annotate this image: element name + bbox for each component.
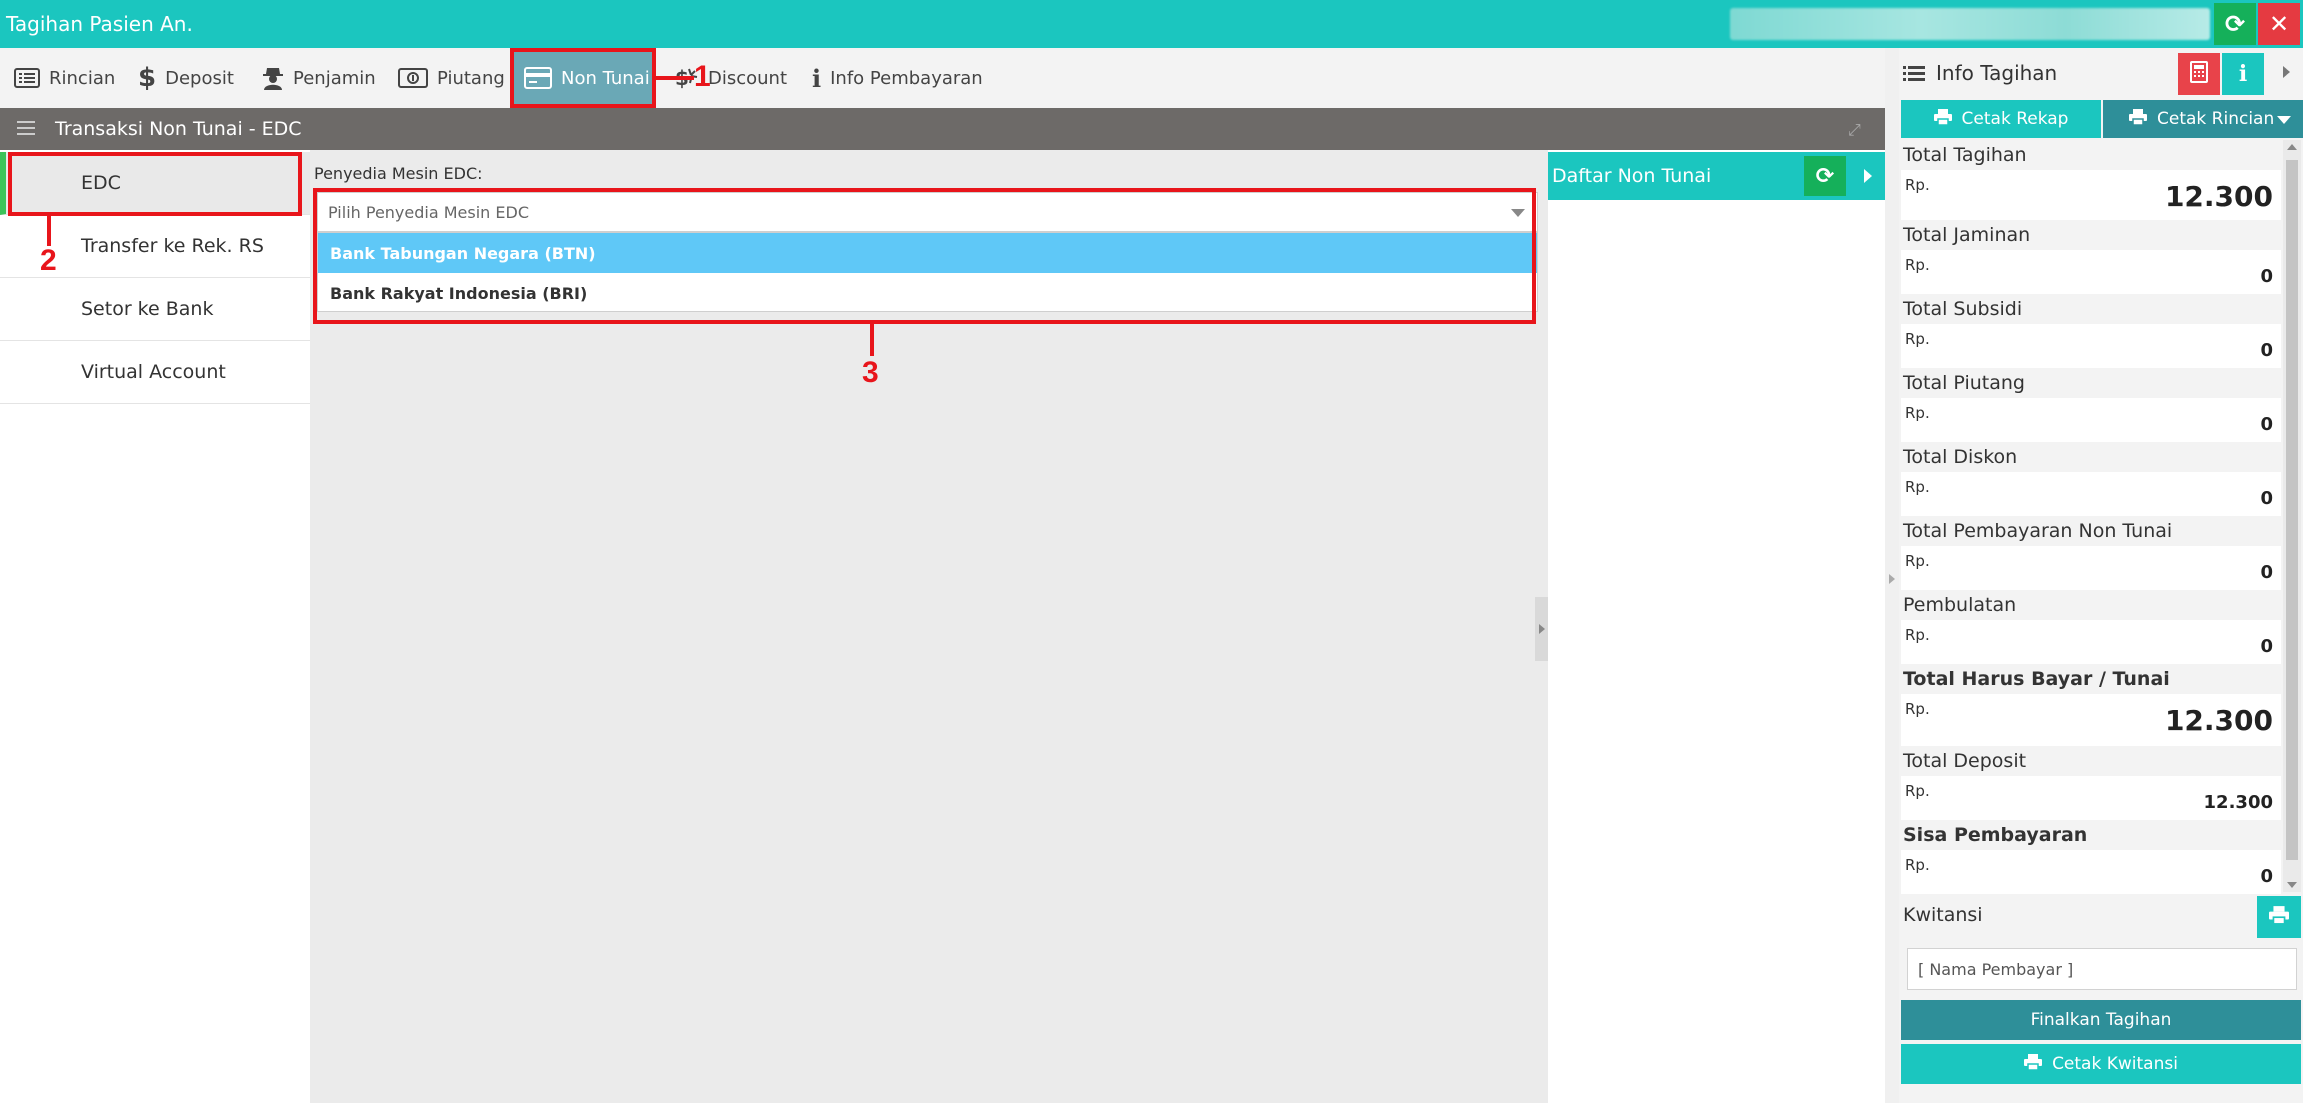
summary-label: Total Pembayaran Non Tunai	[1903, 520, 2173, 542]
summary-label: Total Subsidi	[1903, 298, 2023, 320]
finalkan-tagihan-button[interactable]: Finalkan Tagihan	[1901, 1000, 2301, 1040]
list-icon	[1903, 66, 1925, 86]
annotation-number-2: 2	[40, 244, 57, 277]
menu-item-setor-bank[interactable]: Setor ke Bank	[0, 278, 310, 341]
refresh-icon: ⟳	[1815, 163, 1835, 189]
scrollbar-thumb[interactable]	[2286, 160, 2298, 860]
nama-pembayar-input[interactable]	[1907, 948, 2297, 990]
annotation-line-3	[870, 324, 874, 356]
total-tagihan-value: 12.300	[2164, 180, 2273, 213]
summary-label: Total Deposit	[1903, 750, 2027, 772]
tab-info-pembayaran[interactable]: i Info Pembayaran	[812, 48, 983, 108]
patient-name-blurred	[1730, 8, 2210, 40]
info-button[interactable]: i	[2222, 53, 2264, 95]
annotation-line-2	[47, 216, 51, 246]
info-header: Info Tagihan i	[1899, 48, 2303, 96]
daftar-non-tunai-panel: Daftar Non Tunai ⟳	[1548, 150, 1885, 1103]
calculator-button[interactable]	[2178, 53, 2220, 95]
info-icon: i	[2238, 61, 2248, 87]
refresh-button[interactable]: ⟳	[2214, 3, 2256, 45]
tab-piutang[interactable]: Piutang	[398, 48, 505, 108]
close-icon: ✕	[2268, 10, 2290, 38]
annotation-number-1: 1	[694, 60, 711, 93]
calculator-icon	[2190, 61, 2208, 87]
summary-row: Rp. 0	[1901, 324, 2281, 368]
summary-scrollbar[interactable]	[2283, 140, 2301, 892]
print-icon	[2269, 906, 2289, 928]
section-header: Transaksi Non Tunai - EDC ⤢	[0, 108, 1885, 150]
tab-penjamin[interactable]: Penjamin	[262, 48, 376, 108]
annotation-line-1	[656, 76, 694, 80]
window-title: Tagihan Pasien An.	[6, 12, 193, 36]
total-harus-bayar-value: 12.300	[2164, 704, 2273, 737]
summary-row: Rp. 0	[1901, 850, 2281, 894]
cetak-rekap-button[interactable]: Cetak Rekap	[1901, 100, 2101, 138]
billing-summary: Total Tagihan Rp. 12.300 Total Jaminan R…	[1899, 140, 2283, 940]
menu-item-virtual-account[interactable]: Virtual Account	[0, 341, 310, 404]
tab-rincian[interactable]: Rincian	[14, 48, 115, 108]
tab-deposit[interactable]: $ Deposit	[138, 48, 234, 108]
summary-label: Total Diskon	[1903, 446, 2018, 468]
cetak-rincian-button[interactable]: Cetak Rincian	[2103, 100, 2303, 138]
title-bar: Tagihan Pasien An. ⟳ ✕	[0, 0, 2303, 48]
panel-splitter[interactable]	[1885, 48, 1899, 1103]
summary-row: Rp. 0	[1901, 398, 2281, 442]
info-title: Info Tagihan	[1936, 61, 2058, 85]
summary-label: Total Harus Bayar / Tunai	[1903, 668, 2170, 690]
annotation-box-1	[510, 48, 656, 108]
summary-label: Total Piutang	[1903, 372, 2025, 394]
left-menu: EDC Transfer ke Rek. RS Setor ke Bank Vi…	[0, 150, 310, 1103]
scroll-down-icon[interactable]	[2287, 882, 2297, 888]
summary-label: Total Jaminan	[1903, 224, 2031, 246]
user-secret-icon	[262, 66, 284, 90]
print-icon	[2024, 1053, 2043, 1075]
collapse-handle[interactable]	[1535, 597, 1549, 661]
summary-row: Rp. 12.300	[1901, 776, 2281, 820]
summary-row: Rp. 0	[1901, 620, 2281, 664]
close-button[interactable]: ✕	[2258, 3, 2300, 45]
refresh-icon: ⟳	[2224, 10, 2246, 38]
hamburger-icon	[17, 120, 35, 140]
annotation-number-3: 3	[862, 356, 879, 389]
summary-label: Pembulatan	[1903, 594, 2017, 616]
daftar-refresh-button[interactable]: ⟳	[1804, 156, 1846, 196]
print-icon	[2129, 108, 2147, 130]
summary-row: Rp. 0	[1901, 472, 2281, 516]
summary-label: Total Tagihan	[1903, 144, 2027, 166]
annotation-box-2	[8, 152, 302, 216]
daftar-header: Daftar Non Tunai ⟳	[1548, 152, 1885, 200]
info-icon: i	[812, 63, 822, 93]
daftar-title: Daftar Non Tunai	[1552, 165, 1712, 187]
cetak-kwitansi-button[interactable]: Cetak Kwitansi	[1901, 1044, 2301, 1084]
scroll-up-icon[interactable]	[2287, 144, 2297, 150]
info-tagihan-panel: Info Tagihan i Cetak Rekap Cetak Rincian…	[1899, 48, 2303, 1103]
section-title: Transaksi Non Tunai - EDC	[55, 118, 302, 140]
caret-right-icon[interactable]	[2283, 66, 2290, 78]
print-icon	[1933, 108, 1952, 130]
summary-row: Rp. 12.300	[1901, 694, 2281, 746]
summary-row: Rp. 0	[1901, 250, 2281, 294]
summary-row: Rp. 0	[1901, 546, 2281, 590]
list-icon	[14, 68, 40, 88]
chevron-down-icon[interactable]	[2277, 116, 2291, 124]
edc-provider-label: Penyedia Mesin EDC:	[314, 164, 483, 183]
print-kwitansi-button[interactable]	[2257, 896, 2301, 938]
dollar-icon: $	[138, 63, 157, 93]
expand-icon[interactable]: ⤢	[1848, 120, 1861, 140]
caret-right-icon[interactable]	[1864, 169, 1872, 183]
kwitansi-label: Kwitansi	[1903, 904, 1983, 926]
annotation-box-3	[313, 188, 1536, 324]
summary-row: Rp. 12.300	[1901, 170, 2281, 220]
summary-label: Sisa Pembayaran	[1903, 824, 2088, 846]
money-icon	[398, 68, 428, 88]
tab-bar: Rincian $ Deposit Penjamin Piutang Non T…	[0, 48, 1885, 108]
